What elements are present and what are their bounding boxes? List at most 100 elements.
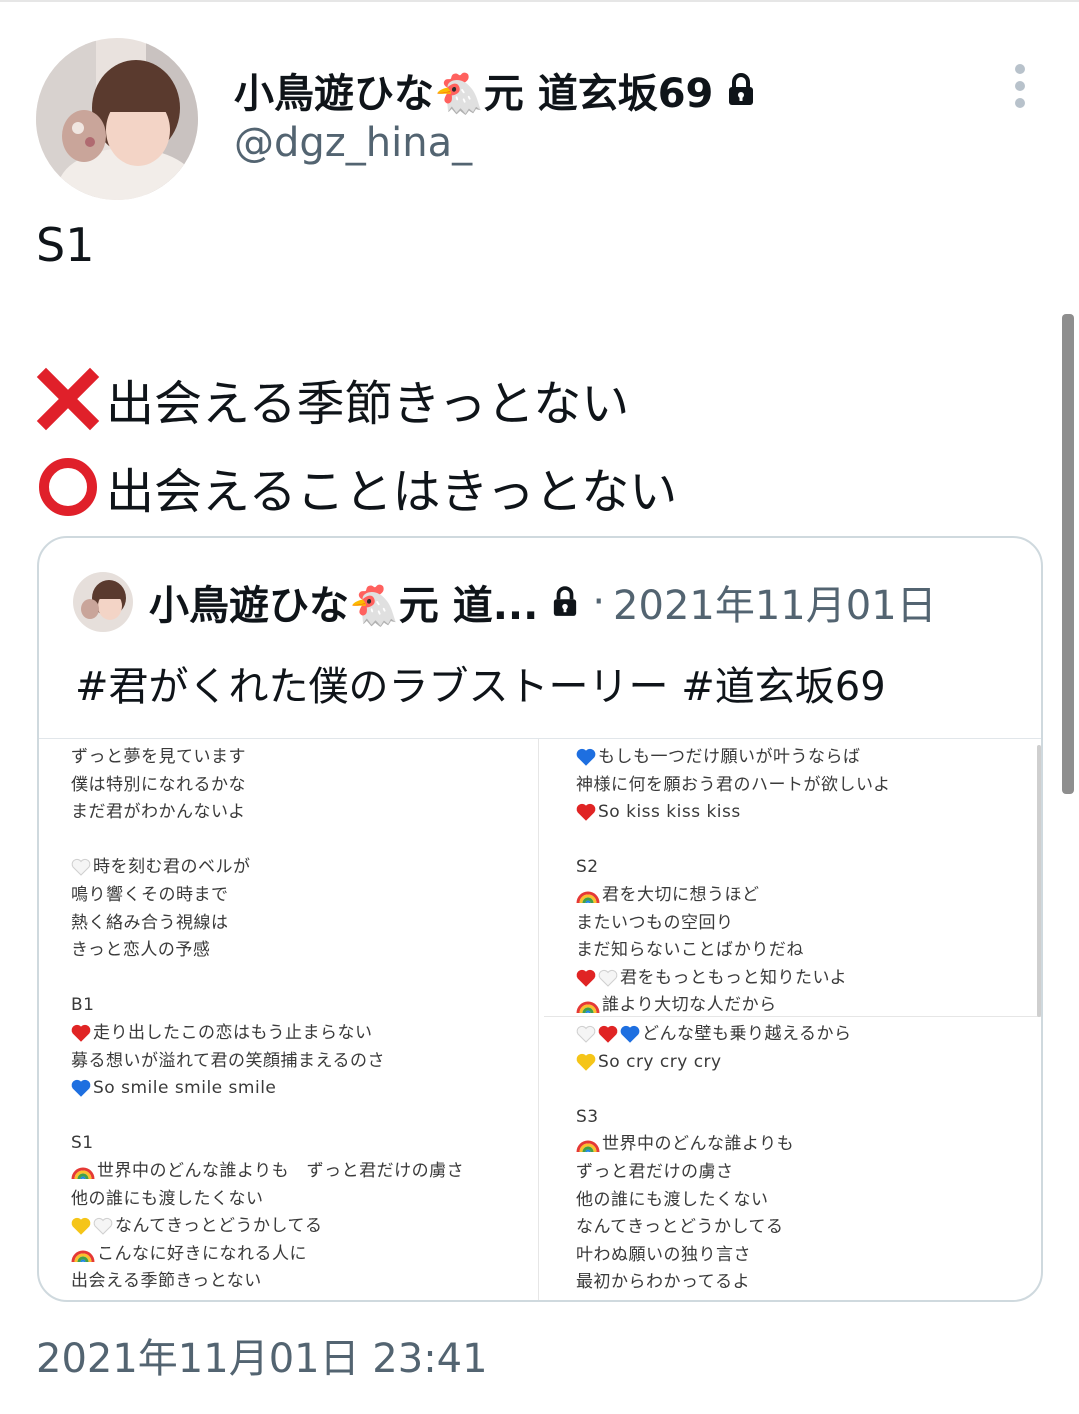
cross-mark-icon	[36, 367, 100, 431]
lyric-line: ずっと夢を見ています	[71, 744, 246, 770]
lyrics-image-left[interactable]: ずっと夢を見ています 僕は特別になれるかな まだ君がわかんないよ時を刻む君のベルが鳴…	[39, 739, 539, 1300]
author-handle[interactable]: @dgz_hina_	[234, 120, 472, 166]
quoted-author-name[interactable]: 小鳥遊ひな🐔元 道...	[149, 573, 538, 631]
lyric-text: きっと恋人の予感	[71, 940, 211, 961]
lyric-text: 誰より大切な人だから	[602, 995, 777, 1016]
quoted-images[interactable]: ずっと夢を見ています 僕は特別になれるかな まだ君がわかんないよ時を刻む君のベルが鳴…	[39, 738, 1041, 1300]
lyric-text: 神様に何を願おう君のハートが欲しいよ	[576, 774, 891, 795]
wrong-lyric-text: 出会える季節きっとない	[106, 376, 630, 432]
rainbow-icon	[71, 1161, 97, 1181]
lyric-text: まだ君がわかんないよ	[71, 802, 246, 823]
lyric-line: 出会える季節きっとない	[71, 1268, 262, 1294]
lyric-text: So cry cry cry	[598, 1051, 722, 1072]
lyric-line: 君を大切に想うほど	[576, 882, 760, 908]
lyric-text: 鳴り響くその時まで	[71, 885, 229, 905]
lyric-line: 時を刻む君のベルが	[71, 854, 251, 880]
lyric-line: きっと恋人の予感	[71, 937, 210, 963]
lyric-line: どんな壁も乗り越えるから	[576, 1021, 852, 1047]
lyric-text: So smile smile smile	[93, 1078, 277, 1099]
lyric-text: 最初からわかってるよ	[576, 1272, 751, 1293]
lyric-line: S3	[576, 1104, 599, 1130]
author-display-name[interactable]: 小鳥遊ひな🐔元 道玄坂69	[234, 62, 755, 118]
lyric-text: ずっと君だけの虜さ	[576, 1162, 734, 1182]
lock-icon	[727, 73, 755, 107]
lyric-text: どんな壁も乗り越えるから	[642, 1024, 852, 1044]
quoted-tweet-card[interactable]: 小鳥遊ひな🐔元 道... · 2021年11月01日 #君がくれた僕のラブストー…	[37, 536, 1043, 1302]
white-heart-icon	[71, 857, 93, 877]
lyric-line: 叶わぬ願いの独り言さ	[576, 1242, 751, 1268]
red-heart-icon	[576, 802, 598, 822]
tweet-text-wrong-line: 出会える季節きっとない	[36, 364, 629, 434]
lyric-text: 世界中のどんな誰よりも ずっと君だけの虜さ	[97, 1161, 465, 1181]
author-avatar[interactable]	[36, 38, 198, 200]
lyric-text: 他の誰にも渡したくない	[576, 1189, 769, 1210]
lyric-text: 他の誰にも渡したくない	[71, 1188, 264, 1209]
lyrics-image-right[interactable]: もしも一つだけ願いが叶うならば神様に何を願おう君のハートが欲しいよ So kiss…	[544, 739, 1041, 1300]
quoted-tweet-text: #君がくれた僕のラブストーリー #道玄坂69	[75, 664, 886, 710]
lyric-line: ずっと君だけの虜さ	[576, 1159, 734, 1185]
right-lyric-text: 出会えることはきっとない	[106, 464, 678, 520]
lyric-text: 熱く絡み合う視線は	[71, 912, 229, 933]
rainbow-icon	[576, 885, 602, 905]
lyric-line: こんなに好きになれる人に	[71, 1241, 307, 1267]
lyric-text: ずっと夢を見ています	[71, 747, 246, 767]
page-scrollbar[interactable]	[1062, 314, 1074, 794]
lyric-line: 君をもっともっと知りたいよ	[576, 965, 847, 991]
more-options-icon[interactable]	[1006, 64, 1034, 108]
lyric-line: 募る想いが溢れて君の笑顔捕まえるのさ	[71, 1048, 385, 1074]
red-white-heart-icon	[576, 968, 620, 988]
lyric-text: 出会える季節きっとない	[71, 1271, 262, 1292]
lyric-line: 最初からわかってるよ	[576, 1269, 750, 1295]
lyric-text: 君をもっともっと知りたいよ	[620, 967, 848, 988]
tweet-text-line-1: S1	[36, 218, 95, 272]
lyric-line: 誰より大切な人だから	[576, 992, 777, 1018]
rainbow-icon	[576, 1134, 602, 1154]
lyric-text: なんてきっとどうかしてる	[115, 1216, 323, 1237]
lyric-text: またいつもの空回り	[576, 912, 734, 933]
lyric-text: まだ知らないことばかりだね	[576, 940, 804, 961]
lyric-text: B1	[71, 995, 95, 1016]
tweet-timestamp[interactable]: 2021年11月01日 23:41	[36, 1326, 488, 1384]
lyric-line: なんてきっとどうかしてる	[576, 1214, 783, 1240]
lyric-line: 世界中のどんな誰よりも	[576, 1131, 794, 1157]
lyric-line: So cry cry cry	[576, 1049, 722, 1075]
lyric-text: 叶わぬ願いの独り言さ	[576, 1244, 751, 1265]
quoted-date[interactable]: 2021年11月01日	[613, 573, 937, 631]
lyric-line: S2	[576, 854, 599, 880]
quoted-author-avatar[interactable]	[73, 572, 133, 632]
lyric-line: So smile smile smile	[71, 1075, 276, 1101]
lyric-text: 募る想いが溢れて君の笑顔捕まえるのさ	[71, 1050, 385, 1071]
lyric-line: B1	[71, 992, 94, 1018]
lyric-text: なんてきっとどうかしてる	[576, 1217, 784, 1238]
lyric-text: So kiss kiss kiss	[598, 802, 741, 823]
lyric-text: 君を大切に想うほど	[602, 885, 760, 905]
lock-icon	[552, 586, 578, 618]
tweet-detail-page: 小鳥遊ひな🐔元 道玄坂69 @dgz_hina_ S1 出会える季節きっとない	[0, 0, 1079, 1414]
lyric-line: 他の誰にも渡したくない	[576, 1187, 769, 1213]
lyric-line: もしも一つだけ願いが叶うならば	[576, 744, 861, 770]
author-name-text: 小鳥遊ひな🐔元 道玄坂69	[234, 71, 714, 117]
circle-mark-icon	[36, 455, 100, 519]
lyric-line: 鳴り響くその時まで	[71, 882, 229, 908]
lyric-line: 熱く絡み合う視線は	[71, 910, 229, 936]
lyric-text: 世界中のどんな誰よりも	[602, 1134, 795, 1155]
lyric-text: 走り出したこの恋はもう止まらない	[93, 1023, 373, 1043]
lyric-line: 神様に何を願おう君のハートが欲しいよ	[576, 772, 891, 798]
lyric-line: 他の誰にも渡したくない	[71, 1186, 264, 1212]
lyric-text: S2	[576, 857, 599, 878]
lyric-line: またいつもの空回り	[576, 910, 734, 936]
rainbow-icon	[71, 1244, 97, 1264]
tweet-text-right-line: 出会えることはきっとない	[36, 452, 677, 522]
lyric-text: もしも一つだけ願いが叶うならば	[598, 747, 861, 767]
lyric-line: まだ知らないことばかりだね	[576, 937, 804, 963]
image-scrollbar	[1037, 745, 1041, 1017]
blue-heart-icon	[71, 1078, 93, 1098]
lyric-text: 時を刻む君のベルが	[93, 857, 251, 878]
red-heart-icon	[71, 1023, 93, 1043]
lyric-text: こんなに好きになれる人に	[97, 1243, 307, 1264]
lyric-text: S3	[576, 1106, 599, 1127]
lyric-line: 世界中のどんな誰よりも ずっと君だけの虜さ	[71, 1158, 464, 1184]
quoted-author-line: 小鳥遊ひな🐔元 道... · 2021年11月01日	[149, 574, 937, 630]
lyric-text: 僕は特別になれるかな	[71, 774, 246, 795]
white-red-blue-heart-icon	[576, 1024, 642, 1044]
